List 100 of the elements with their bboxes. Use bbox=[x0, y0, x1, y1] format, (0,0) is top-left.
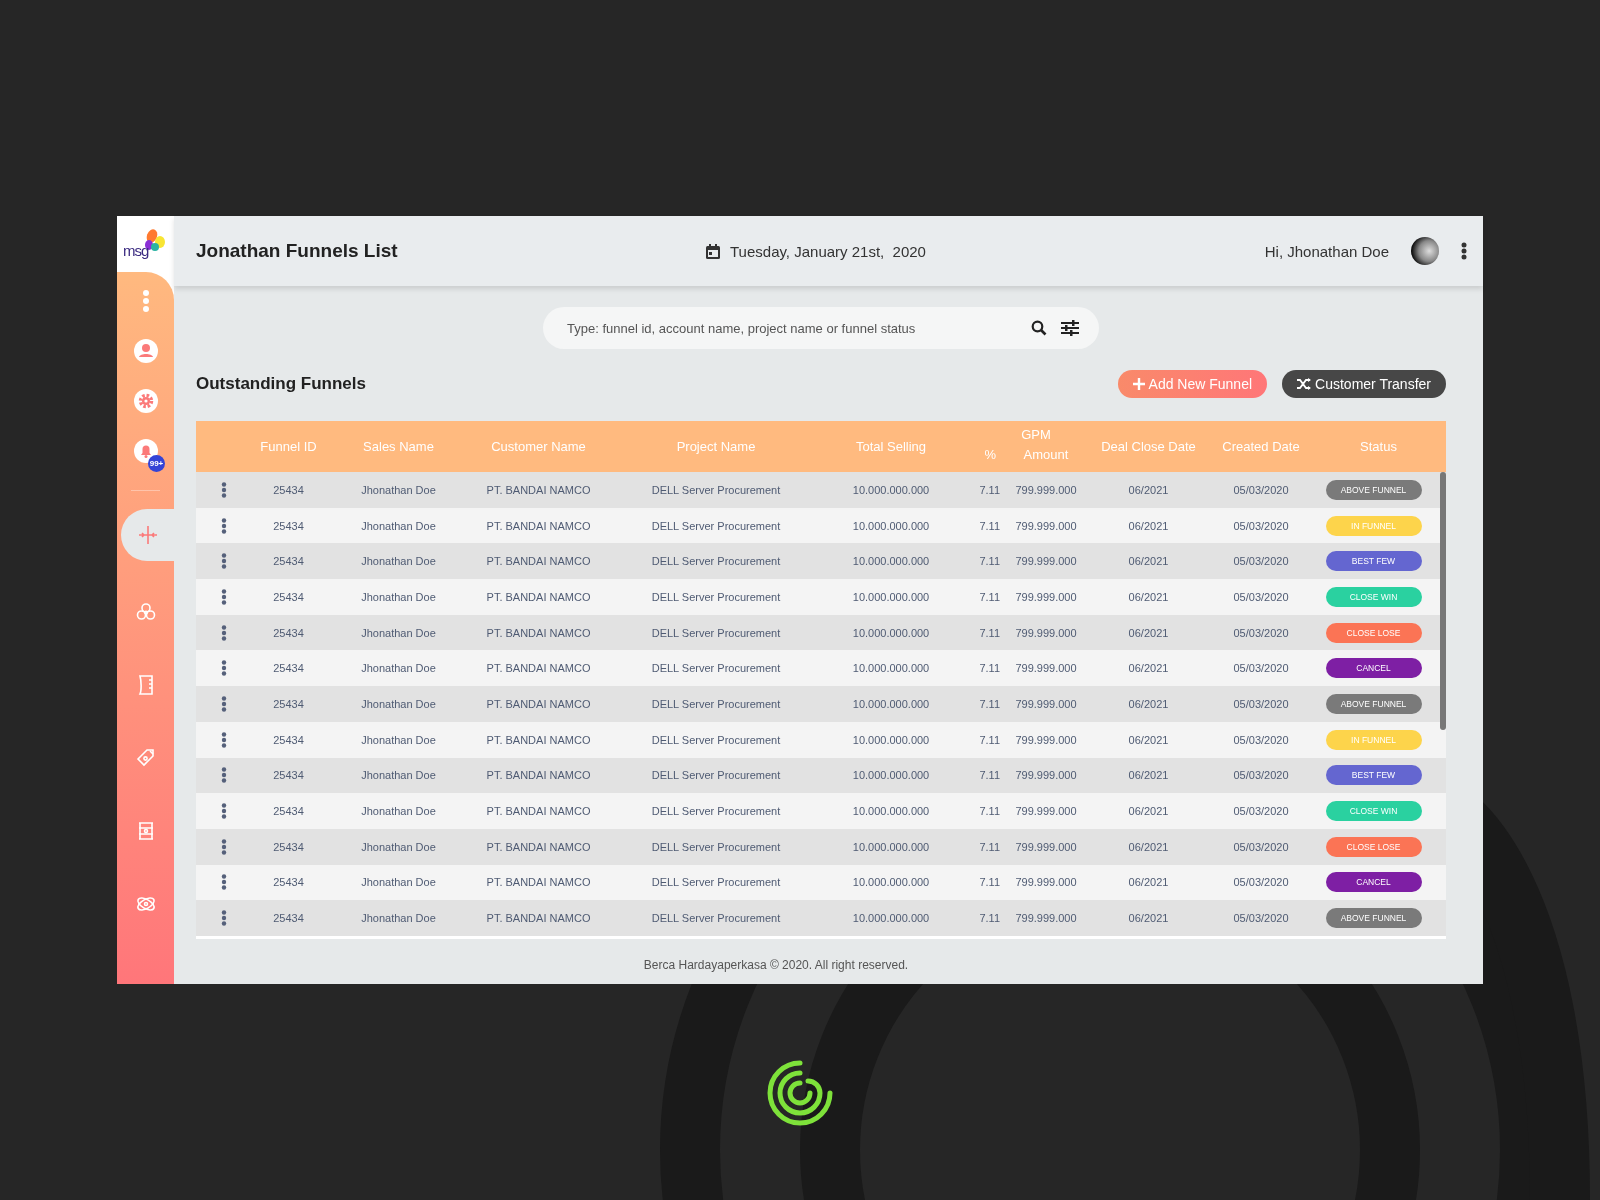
table-cell-text: 10.000.000.000 bbox=[851, 519, 931, 532]
row-menu-icon[interactable] bbox=[220, 874, 227, 891]
table-cell-text: PT. BANDAI NAMCO bbox=[485, 840, 592, 853]
table-cell-text: 799.999.000 bbox=[1014, 483, 1078, 496]
table-cell-text: 7.11 bbox=[978, 912, 1001, 925]
more-icon[interactable] bbox=[1461, 242, 1467, 260]
table-cell-text: Jhonathan Doe bbox=[360, 840, 437, 853]
scrollbar[interactable] bbox=[1440, 472, 1446, 730]
row-menu-icon[interactable] bbox=[220, 481, 227, 498]
table-cell-text: 7.11 bbox=[978, 555, 1001, 568]
filter-sliders-icon[interactable] bbox=[1061, 320, 1079, 336]
row-menu-icon[interactable] bbox=[220, 660, 227, 677]
table-cell-text: 06/2021 bbox=[1127, 840, 1170, 853]
column-header: Status bbox=[1359, 439, 1398, 454]
table-cell-text: 10.000.000.000 bbox=[851, 876, 931, 889]
column-header: Project Name bbox=[675, 439, 757, 454]
row-menu-icon[interactable] bbox=[220, 517, 227, 534]
gear-icon bbox=[133, 389, 158, 413]
table-cell-text: PT. BANDAI NAMCO bbox=[485, 733, 592, 746]
status-badge: BEST FEW bbox=[1325, 765, 1422, 786]
customer-transfer-button[interactable]: Customer Transfer bbox=[1282, 370, 1446, 398]
row-menu-icon[interactable] bbox=[220, 731, 227, 748]
row-menu-icon[interactable] bbox=[220, 767, 227, 784]
table-cell-text: PT. BANDAI NAMCO bbox=[485, 519, 592, 532]
table-cell-text: 05/03/2020 bbox=[1232, 805, 1290, 818]
table-cell-text: PT. BANDAI NAMCO bbox=[485, 805, 592, 818]
table-cell-text: DELL Server Procurement bbox=[650, 483, 782, 496]
footer-text: Berca Hardayaperkasa © 2020. All right reserved. bbox=[642, 957, 910, 972]
column-header: Total Selling bbox=[854, 439, 928, 454]
table-cell-text: 25434 bbox=[272, 876, 305, 889]
column-header: Amount bbox=[1022, 446, 1070, 464]
table-cell-text: 25434 bbox=[272, 769, 305, 782]
search-icon[interactable] bbox=[1031, 320, 1047, 336]
row-menu-icon[interactable] bbox=[220, 803, 227, 820]
table-cell-text: DELL Server Procurement bbox=[650, 662, 782, 675]
table-cell-text: 05/03/2020 bbox=[1232, 483, 1290, 496]
table-cell-text: 799.999.000 bbox=[1014, 912, 1078, 925]
table-cell-text: Jhonathan Doe bbox=[360, 626, 437, 639]
page-title: Jonathan Funnels List bbox=[196, 240, 399, 262]
table-cell-text: 7.11 bbox=[978, 483, 1001, 496]
table-cell-text: Jhonathan Doe bbox=[360, 769, 437, 782]
table-cell-text: Jhonathan Doe bbox=[360, 555, 437, 568]
table-cell-text: 05/03/2020 bbox=[1232, 555, 1290, 568]
status-badge: ABOVE FUNNEL bbox=[1325, 908, 1422, 929]
sidebar-item[interactable]: 99+ bbox=[117, 426, 174, 476]
table-cell-text: PT. BANDAI NAMCO bbox=[485, 590, 592, 603]
row-menu-icon[interactable] bbox=[220, 838, 227, 855]
table-cell-text: Jhonathan Doe bbox=[360, 697, 437, 710]
table-cell-text: 799.999.000 bbox=[1014, 840, 1078, 853]
column-header: Deal Close Date bbox=[1100, 439, 1197, 454]
status-badge: IN FUNNEL bbox=[1325, 729, 1422, 750]
row-menu-icon[interactable] bbox=[220, 910, 227, 927]
column-header: Customer Name bbox=[490, 439, 587, 454]
table-cell-text: 06/2021 bbox=[1127, 519, 1170, 532]
search-field[interactable]: Type: funnel id, account name, project name or funnel status bbox=[565, 319, 1021, 337]
column-header: Funnel ID bbox=[259, 439, 318, 454]
table-cell-text: 25434 bbox=[272, 840, 305, 853]
table-cell-text: Jhonathan Doe bbox=[360, 483, 437, 496]
table-cell-text: PT. BANDAI NAMCO bbox=[485, 555, 592, 568]
table-cell-text: Jhonathan Doe bbox=[360, 733, 437, 746]
table-cell-text: Jhonathan Doe bbox=[360, 662, 437, 675]
table-cell-text: 05/03/2020 bbox=[1232, 697, 1290, 710]
table-cell-text: 799.999.000 bbox=[1014, 519, 1078, 532]
status-badge: CLOSE LOSE bbox=[1325, 836, 1422, 857]
table-cell-text: 25434 bbox=[272, 805, 305, 818]
search-bar[interactable]: Type: funnel id, account name, project name or funnel status bbox=[543, 307, 1099, 349]
biohazard-icon bbox=[134, 600, 157, 623]
status-badge: CANCEL bbox=[1325, 872, 1422, 893]
notification-badge: 99+ bbox=[148, 455, 165, 472]
row-menu-icon[interactable] bbox=[220, 624, 227, 641]
table-cell-text: 799.999.000 bbox=[1014, 555, 1078, 568]
table-cell-text: 799.999.000 bbox=[1014, 769, 1078, 782]
table-cell-text: DELL Server Procurement bbox=[650, 697, 782, 710]
table-cell-text: DELL Server Procurement bbox=[650, 590, 782, 603]
table-cell-text: PT. BANDAI NAMCO bbox=[485, 662, 592, 675]
table-cell-text: DELL Server Procurement bbox=[650, 805, 782, 818]
column-header: Created Date bbox=[1221, 439, 1301, 454]
table-cell-text: 06/2021 bbox=[1127, 697, 1170, 710]
table-cell-text: 06/2021 bbox=[1127, 876, 1170, 889]
table-cell-text: 25434 bbox=[272, 483, 305, 496]
tag-icon bbox=[134, 746, 157, 769]
table-cell-text: DELL Server Procurement bbox=[650, 912, 782, 925]
crosshair-icon bbox=[136, 524, 159, 546]
user-greeting: Hi, Jhonathan Doe bbox=[1264, 242, 1389, 260]
table-cell-text: PT. BANDAI NAMCO bbox=[485, 912, 592, 925]
table-cell-text: 7.11 bbox=[978, 519, 1001, 532]
table-cell-text: Jhonathan Doe bbox=[360, 912, 437, 925]
row-menu-icon[interactable] bbox=[220, 553, 227, 570]
table-cell-text: 10.000.000.000 bbox=[851, 840, 931, 853]
row-menu-icon[interactable] bbox=[220, 588, 227, 605]
table-cell-text: 799.999.000 bbox=[1014, 733, 1078, 746]
table-cell-text: 06/2021 bbox=[1127, 590, 1170, 603]
user-icon bbox=[133, 339, 158, 363]
table-cell-text: 10.000.000.000 bbox=[851, 590, 931, 603]
table-cell-text: PT. BANDAI NAMCO bbox=[485, 876, 592, 889]
user-avatar[interactable] bbox=[1411, 237, 1439, 265]
table-cell-text: 7.11 bbox=[978, 697, 1001, 710]
table-cell-text: 05/03/2020 bbox=[1232, 769, 1290, 782]
row-menu-icon[interactable] bbox=[220, 695, 227, 712]
table-cell-text: PT. BANDAI NAMCO bbox=[485, 626, 592, 639]
